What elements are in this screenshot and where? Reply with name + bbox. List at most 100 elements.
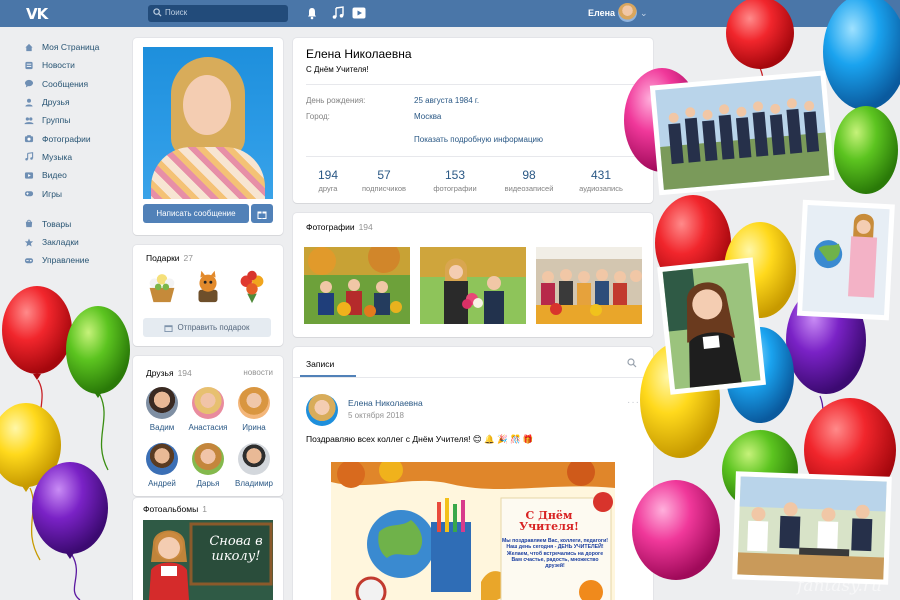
wall-card: Записи Елена Николаевна 5 октября 2018 ·…	[293, 347, 653, 600]
counter-audio[interactable]: 431 аудиозапись	[566, 168, 636, 193]
photos-title[interactable]: Фотографии 194	[306, 222, 373, 232]
friend-item[interactable]: Андрей	[140, 443, 184, 488]
friends-title-text: Друзья	[146, 368, 174, 378]
video-icon[interactable]	[352, 6, 366, 20]
vk-logo[interactable]: VK	[26, 5, 48, 23]
menu-label: Новости	[42, 60, 75, 71]
tab-posts[interactable]: Записи	[306, 359, 334, 369]
menu-label: Музыка	[42, 151, 73, 162]
menu-item-friends[interactable]: Друзья	[24, 93, 134, 111]
green-balloon	[66, 306, 130, 394]
send-gift-button[interactable]: Отправить подарок	[143, 318, 271, 337]
menu-item-messages[interactable]: Сообщения	[24, 75, 134, 93]
photo-image	[304, 247, 410, 324]
friends-title[interactable]: Друзья 194	[146, 368, 192, 378]
header-user-name[interactable]: Елена	[588, 8, 615, 18]
friend-name: Ирина	[242, 423, 266, 432]
avatar[interactable]	[306, 394, 338, 426]
bell-icon[interactable]	[305, 6, 319, 20]
birthday-value[interactable]: 25 августа 1984 г.	[414, 96, 479, 105]
avatar	[238, 387, 270, 419]
star-icon	[24, 238, 34, 247]
menu-label: Управление	[42, 255, 90, 266]
friend-item[interactable]: Вадим	[140, 387, 184, 432]
friend-item[interactable]: Ирина	[232, 387, 276, 432]
face-shape	[183, 75, 231, 135]
menu-item-news[interactable]: Новости	[24, 56, 134, 74]
messages-icon	[24, 80, 34, 88]
blouse-shape	[151, 147, 265, 199]
blue-balloon	[726, 327, 794, 423]
friend-item[interactable]: Анастасия	[186, 387, 230, 432]
friend-name: Дарья	[196, 479, 220, 488]
menu-separator	[24, 203, 134, 215]
gifts-title[interactable]: Подарки 27	[146, 253, 193, 263]
photos-title-text: Фотографии	[306, 222, 355, 232]
counter-followers[interactable]: 57 подписчиков	[349, 168, 419, 193]
counter-label: подписчиков	[362, 184, 406, 193]
counter-photos[interactable]: 153 фотографии	[420, 168, 490, 193]
friend-item[interactable]: Владимир	[232, 443, 276, 488]
post-date[interactable]: 5 октября 2018	[348, 411, 404, 420]
profile-name: Елена Николаевна	[306, 47, 412, 61]
purple-balloon	[786, 286, 866, 394]
albums-title[interactable]: Фотоальбомы 1	[143, 504, 207, 514]
menu-item-photos[interactable]: Фотографии	[24, 129, 134, 147]
counter-videos[interactable]: 98 видеозаписей	[494, 168, 564, 193]
photo-thumbnail[interactable]	[420, 247, 526, 324]
more-options-icon[interactable]: ···	[627, 397, 640, 408]
show-more-info-link[interactable]: Показать подробную информацию	[414, 135, 543, 144]
avatar-card: Написать сообщение	[133, 38, 283, 235]
friend-name: Владимир	[234, 479, 273, 488]
camera-icon	[24, 135, 34, 143]
post-image-text: Мы поздравляем Вас, коллеги, педагоги! Н…	[501, 538, 609, 570]
post-image[interactable]: С Днём Учителя! Мы поздравляем Вас, колл…	[331, 462, 615, 600]
album-cover[interactable]: Снова в школу!	[143, 520, 273, 600]
counter-label: видеозаписей	[504, 184, 554, 193]
menu-item-video[interactable]: Видео	[24, 166, 134, 184]
profile-status[interactable]: С Днём Учителя!	[306, 65, 369, 74]
groups-icon	[24, 117, 34, 124]
friend-item[interactable]: Дарья	[186, 443, 230, 488]
gifts-count: 27	[183, 253, 193, 263]
profile-info-card: Елена Николаевна С Днём Учителя! День ро…	[293, 38, 653, 203]
green-balloon	[834, 106, 898, 194]
music-icon	[25, 152, 34, 161]
friends-news-link[interactable]: новости	[243, 368, 273, 377]
menu-item-music[interactable]: Музыка	[24, 148, 134, 166]
video-icon	[24, 172, 34, 179]
menu-item-games[interactable]: Игры	[24, 184, 134, 202]
city-value[interactable]: Москва	[414, 112, 441, 121]
red-balloon	[655, 195, 731, 291]
search-icon[interactable]	[627, 358, 637, 368]
class-photo	[649, 70, 835, 196]
bouquet-gift-icon[interactable]	[233, 267, 271, 305]
friend-name: Андрей	[148, 479, 176, 488]
photo-thumbnail[interactable]	[536, 247, 642, 324]
menu-item-groups[interactable]: Группы	[24, 111, 134, 129]
menu-item-bookmarks[interactable]: Закладки	[24, 233, 134, 251]
divider	[306, 156, 640, 157]
flower-basket-gift-icon[interactable]	[143, 267, 181, 305]
send-message-button[interactable]: Написать сообщение	[143, 204, 249, 223]
menu-item-goods[interactable]: Товары	[24, 215, 134, 233]
home-icon	[25, 43, 33, 51]
profile-photo[interactable]	[143, 47, 273, 199]
music-icon[interactable]	[331, 6, 345, 20]
students-photo	[732, 471, 892, 585]
photos-card: Фотографии 194	[293, 213, 653, 337]
menu-item-management[interactable]: Управление	[24, 251, 134, 269]
cat-gift-icon[interactable]	[189, 267, 227, 305]
left-menu: Моя Страница Новости Сообщения Друзья Гр…	[24, 38, 134, 270]
birthday-label: День рождения:	[306, 96, 366, 105]
photo-thumbnail[interactable]	[304, 247, 410, 324]
header-avatar[interactable]	[618, 3, 637, 22]
post-author[interactable]: Елена Николаевна	[348, 398, 423, 408]
chevron-down-icon[interactable]: ⌄	[640, 8, 648, 19]
menu-item-my-page[interactable]: Моя Страница	[24, 38, 134, 56]
gift-button[interactable]	[251, 204, 273, 223]
album-cover-text: Снова в школу!	[209, 534, 263, 564]
send-gift-label: Отправить подарок	[177, 323, 250, 332]
divider	[306, 84, 640, 85]
search-input[interactable]: Поиск	[148, 5, 288, 22]
